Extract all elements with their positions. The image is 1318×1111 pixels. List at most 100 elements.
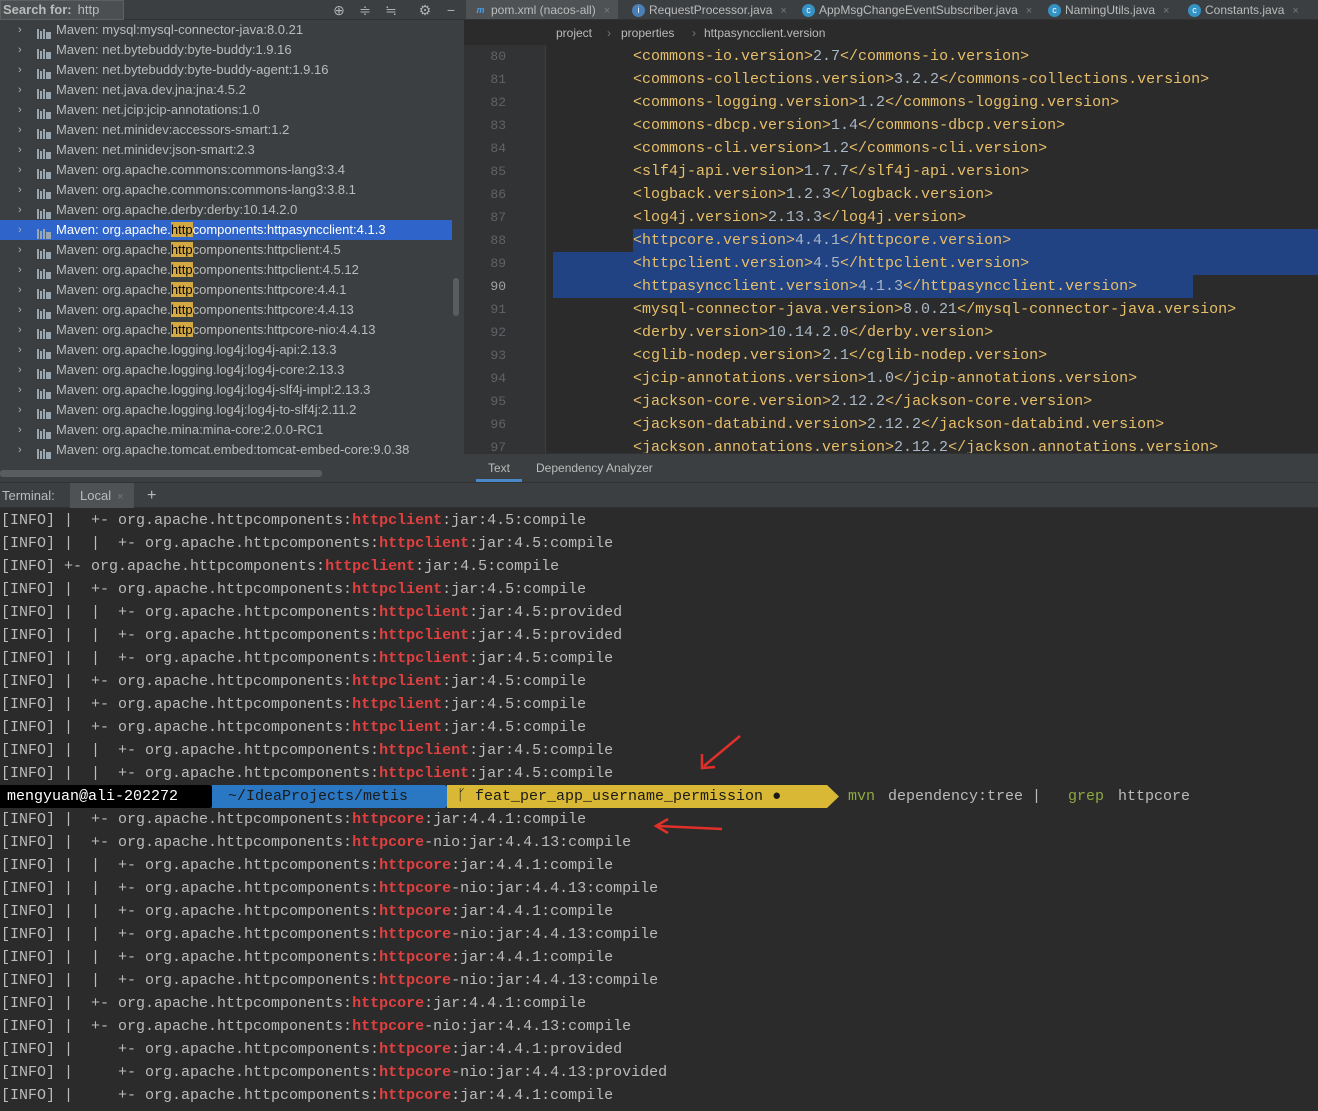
close-icon[interactable]: × — [1292, 5, 1298, 17]
breadcrumb-separator-icon: › — [692, 26, 696, 40]
breadcrumb-item[interactable]: project — [556, 21, 592, 45]
tab-label: Constants.java — [1205, 3, 1285, 17]
tree-item[interactable]: › Maven: mysql:mysql-connector-java:8.0.2… — [0, 20, 452, 40]
chevron-right-icon[interactable]: › — [18, 440, 30, 460]
tree-item[interactable]: › Maven: org.apache.mina:mina-core:2.0.0-… — [0, 420, 452, 440]
tree-item[interactable]: › Maven: org.apache.logging.log4j:log4j-t… — [0, 400, 452, 420]
tab-1[interactable]: i RequestProcessor.java × — [624, 0, 795, 19]
editor-tabs: m pom.xml (nacos-all) × i RequestProcessor.j… — [464, 0, 1318, 20]
chevron-right-icon[interactable]: › — [18, 140, 30, 160]
chevron-right-icon[interactable]: › — [18, 100, 30, 120]
tab-text[interactable]: Text — [476, 454, 523, 482]
chevron-right-icon[interactable]: › — [18, 260, 30, 280]
add-terminal-button[interactable]: + — [147, 483, 156, 509]
tree-item[interactable]: › Maven: org.apache.derby:derby:10.14.2.0 — [0, 200, 452, 220]
chevron-right-icon[interactable]: › — [18, 380, 30, 400]
chevron-right-icon[interactable]: › — [18, 420, 30, 440]
close-icon[interactable]: × — [117, 491, 123, 503]
code-line[interactable]: <cglib-nodep.version>2.1</cglib-nodep.ve… — [633, 344, 1047, 367]
chevron-right-icon[interactable]: › — [18, 180, 30, 200]
code-line[interactable]: <jackson-databind.version>2.12.2</jackso… — [633, 413, 1164, 436]
chevron-right-icon[interactable]: › — [18, 120, 30, 140]
tree-item[interactable]: › Maven: net.jcip:jcip-annotations:1.0 — [0, 100, 452, 120]
tree-item[interactable]: › Maven: net.minidev:accessors-smart:1.2 — [0, 120, 452, 140]
tab-2[interactable]: c AppMsgChangeEventSubscriber.java × — [794, 0, 1040, 19]
terminal-tab-local[interactable]: Local × — [70, 483, 134, 509]
code-line[interactable]: <logback.version>1.2.3</logback.version> — [633, 183, 993, 206]
line-number-gutter: 80 81 82 83 84 85 86 87 88 89 90 91 92 93 94 95 96 97 — [464, 45, 546, 455]
tab-dependency-analyzer[interactable]: Dependency Analyzer — [524, 454, 665, 482]
collapse-all-icon[interactable]: ≒ — [380, 0, 402, 20]
grep-match: httpcore — [379, 1041, 452, 1058]
tree-item[interactable]: › Maven: org.apache.httpcomponents:httpcl… — [0, 240, 452, 260]
breadcrumb-item[interactable]: properties — [621, 21, 674, 45]
terminal-line: [INFO] | +- org.apache.httpcomponents:ht… — [1, 716, 586, 739]
chevron-right-icon[interactable]: › — [18, 340, 30, 360]
search-field[interactable]: Search for: http — [0, 0, 124, 20]
code-line[interactable]: <commons-logging.version>1.2</commons-lo… — [633, 91, 1119, 114]
line-suffix: :jar:4.4.1:compile — [424, 995, 587, 1012]
tree-item[interactable]: › Maven: org.apache.httpcomponents:httpco… — [0, 300, 452, 320]
chevron-right-icon[interactable]: › — [18, 280, 30, 300]
vertical-scrollbar[interactable] — [453, 278, 459, 316]
chevron-right-icon[interactable]: › — [18, 80, 30, 100]
chevron-right-icon[interactable]: › — [18, 240, 30, 260]
tree-item[interactable] — [0, 460, 452, 468]
minimize-icon[interactable]: − — [440, 0, 462, 20]
tree-item[interactable]: › Maven: org.apache.commons:commons-lang3… — [0, 160, 452, 180]
chevron-right-icon[interactable]: › — [18, 300, 30, 320]
tree-item[interactable]: › Maven: org.apache.httpcomponents:httpcl… — [0, 260, 452, 280]
tree-item[interactable]: › Maven: org.apache.httpcomponents:httpco… — [0, 320, 452, 340]
code-line[interactable]: <jackson-core.version>2.12.2</jackson-co… — [633, 390, 1092, 413]
tree-item[interactable]: › Maven: org.apache.tomcat.embed:tomcat-e… — [0, 440, 452, 460]
close-icon[interactable]: × — [780, 5, 786, 17]
terminal-output[interactable]: [INFO] | +- org.apache.httpcomponents:ht… — [0, 508, 1318, 1111]
close-icon[interactable]: × — [1026, 5, 1032, 17]
code-line[interactable]: <jcip-annotations.version>1.0</jcip-anno… — [633, 367, 1137, 390]
chevron-right-icon[interactable]: › — [18, 400, 30, 420]
tab-0[interactable]: m pom.xml (nacos-all) × — [466, 0, 619, 19]
code-line[interactable]: <commons-cli.version>1.2</commons-cli.ve… — [633, 137, 1047, 160]
tree-item[interactable]: › Maven: org.apache.logging.log4j:log4j-c… — [0, 360, 452, 380]
code-line[interactable]: <httpclient.version>4.5</httpclient.vers… — [633, 252, 1029, 275]
tree-item[interactable]: › Maven: net.java.dev.jna:jna:4.5.2 — [0, 80, 452, 100]
chevron-right-icon[interactable]: › — [18, 60, 30, 80]
horizontal-scrollbar[interactable] — [0, 470, 322, 477]
code-line[interactable]: <httpcore.version>4.4.1</httpcore.versio… — [633, 229, 1011, 252]
code-line[interactable]: <derby.version>10.14.2.0</derby.version> — [633, 321, 993, 344]
chevron-right-icon[interactable]: › — [18, 320, 30, 340]
tab-4[interactable]: c Constants.java × — [1180, 0, 1307, 19]
close-icon[interactable]: × — [1163, 5, 1169, 17]
tree-item[interactable]: › Maven: net.bytebuddy:byte-buddy-agent:1… — [0, 60, 452, 80]
tree-item[interactable]: › Maven: net.bytebuddy:byte-buddy:1.9.16 — [0, 40, 452, 60]
code-line[interactable]: <jackson.annotations.version>2.12.2</jac… — [633, 436, 1218, 453]
code-line[interactable]: <mysql-connector-java.version>8.0.21</my… — [633, 298, 1236, 321]
chevron-right-icon[interactable]: › — [18, 200, 30, 220]
code-area[interactable]: <commons-io.version>2.7</commons-io.vers… — [547, 45, 1318, 453]
code-line[interactable]: <commons-io.version>2.7</commons-io.vers… — [633, 45, 1029, 68]
expand-all-icon[interactable]: ≑ — [354, 0, 376, 20]
code-line[interactable]: <commons-dbcp.version>1.4</commons-dbcp.… — [633, 114, 1065, 137]
chevron-right-icon[interactable]: › — [18, 220, 30, 240]
tab-3[interactable]: c NamingUtils.java × — [1040, 0, 1177, 19]
close-icon[interactable]: × — [604, 5, 610, 17]
code-line[interactable]: <slf4j-api.version>1.7.7</slf4j-api.vers… — [633, 160, 1029, 183]
gear-icon[interactable]: ⚙ — [414, 0, 436, 20]
breadcrumb-item[interactable]: httpasyncclient.version — [704, 21, 825, 45]
code-line[interactable]: <log4j.version>2.13.3</log4j.version> — [633, 206, 966, 229]
crosshair-icon[interactable]: ⊕ — [328, 0, 350, 20]
tree-item[interactable]: › Maven: org.apache.logging.log4j:log4j-a… — [0, 340, 452, 360]
chevron-right-icon[interactable]: › — [18, 20, 30, 40]
line-prefix: [INFO] | | +- org.apache.httpcomponents: — [1, 903, 380, 920]
chevron-right-icon[interactable]: › — [18, 40, 30, 60]
tree-item[interactable]: › Maven: org.apache.httpcomponents:httpas… — [0, 220, 452, 240]
tree-item[interactable]: › Maven: org.apache.commons:commons-lang3… — [0, 180, 452, 200]
library-icon — [37, 205, 51, 219]
code-line[interactable]: <commons-collections.version>3.2.2</comm… — [633, 68, 1209, 91]
tree-item[interactable]: › Maven: net.minidev:json-smart:2.3 — [0, 140, 452, 160]
chevron-right-icon[interactable]: › — [18, 360, 30, 380]
code-line[interactable]: <httpasyncclient.version>4.1.3</httpasyn… — [633, 275, 1137, 298]
chevron-right-icon[interactable]: › — [18, 160, 30, 180]
tree-item[interactable]: › Maven: org.apache.httpcomponents:httpco… — [0, 280, 452, 300]
tree-item[interactable]: › Maven: org.apache.logging.log4j:log4j-s… — [0, 380, 452, 400]
